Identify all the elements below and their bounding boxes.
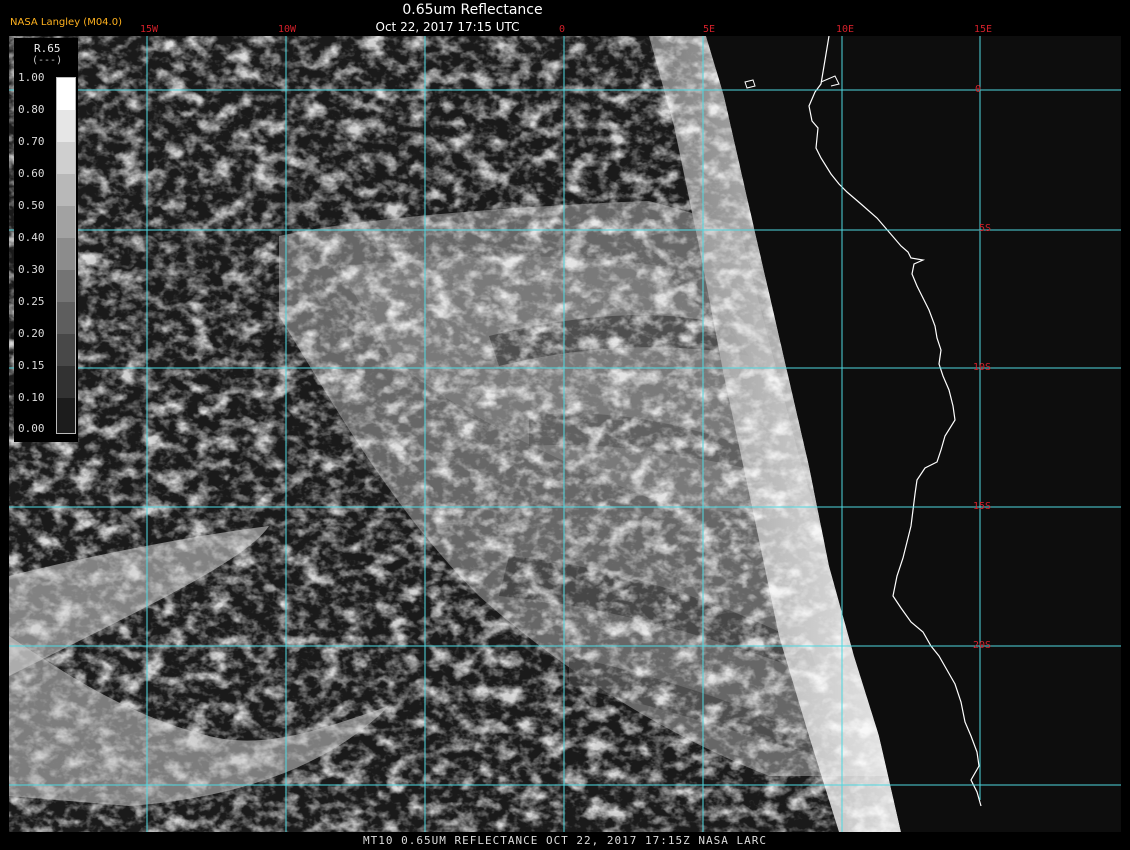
legend-label: R.65 (34, 42, 61, 55)
legend-tick: 0.25 (18, 295, 45, 308)
lon-label-10e: 10E (836, 24, 855, 35)
legend-colorbar (56, 77, 76, 434)
legend-unit: (---) (32, 55, 63, 66)
footer-caption: MT10 0.65UM REFLECTANCE OCT 22, 2017 17:… (363, 834, 767, 847)
image-timestamp: Oct 22, 2017 17:15 UTC (375, 20, 520, 34)
footer-bar: MT10 0.65UM REFLECTANCE OCT 22, 2017 17:… (0, 832, 1130, 850)
legend-tick: 0.40 (18, 231, 45, 244)
lon-label-0: 0 (559, 24, 566, 35)
legend-tick: 0.80 (18, 103, 45, 116)
lat-label-20s: 20S (973, 640, 992, 651)
lat-label-15s: 15S (973, 501, 992, 512)
legend-tick: 0.15 (18, 359, 45, 372)
legend-tick: 0.30 (18, 263, 45, 276)
legend-tick: 0.60 (18, 167, 45, 180)
legend-tick: 0.20 (18, 327, 45, 340)
lon-label-10w: 10W (278, 24, 297, 35)
lon-label-15e: 15E (974, 24, 993, 35)
satellite-image-svg (9, 36, 1121, 832)
legend-tick: 1.00 (18, 71, 45, 84)
legend-tick: 0.10 (18, 391, 45, 404)
legend-tick: 0.50 (18, 199, 45, 212)
satellite-image (9, 36, 1121, 832)
lat-label-0: 0 (975, 84, 982, 95)
legend-tick: 0.70 (18, 135, 45, 148)
legend-tick: 0.00 (18, 422, 45, 435)
lon-label-5e: 5E (703, 24, 716, 35)
lat-label-10s: 10S (973, 362, 992, 373)
lon-label-15w: 15W (140, 24, 159, 35)
image-title: 0.65um Reflectance (402, 2, 543, 18)
color-legend: R.65 (---) 1.00 0.80 0.70 0.60 0.50 0.40… (14, 38, 78, 442)
lat-label-5s: 5S (979, 223, 992, 234)
